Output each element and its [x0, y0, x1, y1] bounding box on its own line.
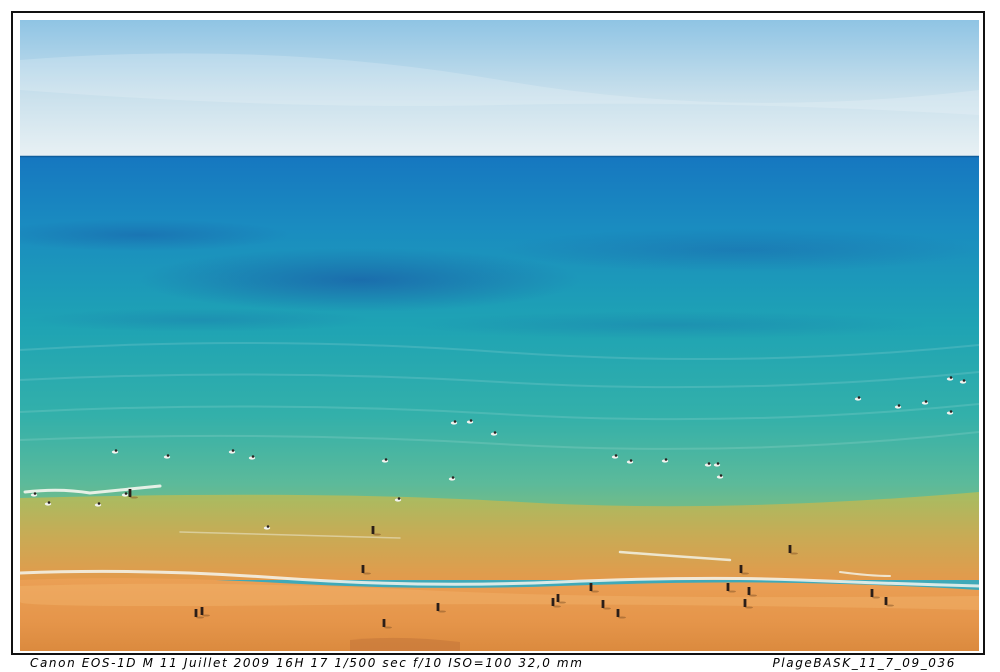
- beach-photo: [20, 20, 979, 651]
- swimmer-head: [629, 459, 633, 462]
- walker-shadow: [749, 594, 757, 597]
- deep-patch: [30, 308, 370, 332]
- walker-shadow: [745, 606, 753, 609]
- swimmer-head: [384, 458, 388, 461]
- swimmer-head: [124, 492, 128, 495]
- swimmer-head: [453, 420, 457, 423]
- beach-walker: [361, 565, 365, 573]
- swimmer-head: [469, 419, 473, 422]
- swimmer-head: [962, 379, 966, 382]
- swimmer-head: [166, 454, 170, 457]
- walker-shadow: [790, 552, 798, 555]
- deep-patch: [500, 228, 979, 272]
- deep-patch: [410, 311, 930, 339]
- walker-shadow: [202, 614, 210, 617]
- swimmer-head: [47, 501, 51, 504]
- swimmer-head: [897, 404, 901, 407]
- beach-walker: [726, 583, 730, 591]
- swimmer-head: [451, 476, 455, 479]
- swimmer-head: [716, 462, 720, 465]
- beach-walker: [551, 598, 555, 606]
- walker-shadow: [363, 572, 371, 575]
- beach-walker: [128, 489, 132, 497]
- swimmer-head: [664, 458, 668, 461]
- swimmer-head: [493, 431, 497, 434]
- beach-walker: [436, 603, 440, 611]
- swimmer-head: [719, 474, 723, 477]
- swimmer-head: [266, 525, 270, 528]
- beach-scene: [20, 20, 979, 651]
- swimmer-head: [707, 462, 711, 465]
- beach-walker: [747, 587, 751, 595]
- beach-walker: [200, 607, 204, 615]
- swimmer-head: [924, 400, 928, 403]
- walker-shadow: [196, 616, 204, 619]
- shallow-water: [20, 492, 979, 580]
- beach-walker: [884, 597, 888, 605]
- swimmer-head: [614, 454, 618, 457]
- swimmer-head: [231, 449, 235, 452]
- walker-shadow: [553, 605, 561, 608]
- beach-walker: [616, 609, 620, 617]
- swimmer-head: [949, 410, 953, 413]
- deep-patch: [140, 248, 580, 312]
- beach-walker: [601, 600, 605, 608]
- walker-shadow: [603, 607, 611, 610]
- filename-caption: PlageBASK_11_7_09_036: [772, 656, 956, 670]
- beach-walker: [870, 589, 874, 597]
- swimmer-head: [114, 449, 118, 452]
- swimmer-head: [251, 455, 255, 458]
- camera-exif-caption: Canon EOS-1D M 11 Juillet 2009 16H 17 1/…: [30, 656, 584, 670]
- swimmer-head: [949, 376, 953, 379]
- photo-frame: Canon EOS-1D M 11 Juillet 2009 16H 17 1/…: [0, 0, 1000, 672]
- walker-shadow: [130, 496, 138, 499]
- swimmer-head: [97, 502, 101, 505]
- beach-walker: [382, 619, 386, 627]
- beach-walker: [556, 594, 560, 602]
- walker-shadow: [741, 572, 749, 575]
- walker-shadow: [728, 590, 736, 593]
- beach-walker: [743, 599, 747, 607]
- walker-shadow: [618, 616, 626, 619]
- walker-shadow: [872, 596, 880, 599]
- beach-walker: [194, 609, 198, 617]
- walker-shadow: [558, 601, 566, 604]
- swimmer-head: [33, 492, 37, 495]
- walker-shadow: [591, 590, 599, 593]
- walker-shadow: [373, 533, 381, 536]
- beach-walker: [788, 545, 792, 553]
- walker-shadow: [384, 626, 392, 629]
- beach-walker: [739, 565, 743, 573]
- swimmer-head: [857, 396, 861, 399]
- beach-walker: [589, 583, 593, 591]
- beach-walker: [371, 526, 375, 534]
- walker-shadow: [438, 610, 446, 613]
- walker-shadow: [886, 604, 894, 607]
- swimmer-head: [397, 497, 401, 500]
